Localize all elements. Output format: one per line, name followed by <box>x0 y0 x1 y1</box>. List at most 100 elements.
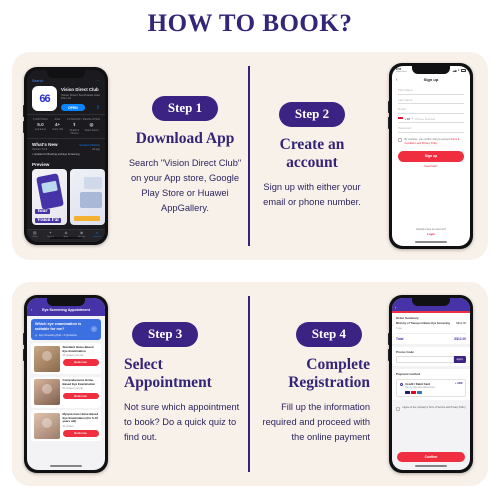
stat-item: CATEGORY ⚕ Health & Fitness <box>66 118 83 136</box>
phone-placeholder: Phone Number <box>415 116 436 121</box>
stat-item: AGE 4+ Years Old <box>52 118 63 132</box>
preview-carousel[interactable]: Your Vision Pal <box>27 169 105 226</box>
preview-tag-line1: Your <box>35 209 50 215</box>
app-store-tabbar[interactable]: ▦ Today ✦ Games ◈ Apps ◉ Arcade ⌕ Search <box>27 229 105 242</box>
country-code[interactable]: +65 <box>405 117 410 121</box>
email-field[interactable]: Email <box>398 104 464 114</box>
phone-number-field[interactable]: +65 ▾ Phone Number <box>398 114 464 124</box>
promo-label: Promo Code <box>396 349 414 354</box>
password-field[interactable]: Password <box>398 123 464 133</box>
last-name-field[interactable]: Last Name <box>398 95 464 105</box>
login-link[interactable]: Login <box>392 232 470 236</box>
how-to-book-infographic: HOW TO BOOK? Search ⋯ 66 Vision Direct C… <box>0 0 500 500</box>
radio-icon[interactable] <box>399 382 403 387</box>
promo-block: Promo Code Apply <box>392 346 470 367</box>
store-more-icon[interactable]: ⋯ <box>97 79 100 83</box>
app-version: Version 1.0.0 <box>32 148 48 152</box>
appointment-page-title: Eye Screening Appointment <box>42 307 90 312</box>
games-icon: ✦ <box>48 230 53 236</box>
promo-apply-button[interactable]: Apply <box>453 356 466 364</box>
phone-mockup-signup: 9:53 Vision Direct ▂▄ ▼ ‹ Sign up First … <box>374 52 488 260</box>
footer-question: Already have an account? <box>416 227 446 231</box>
first-name-field[interactable]: First Name <box>398 85 464 95</box>
step-4-text: Step 4 Complete Registration Fill up the… <box>250 282 374 486</box>
page-title: HOW TO BOOK? <box>147 10 353 37</box>
card-option-sub: Pay by Visa and MasterCard <box>405 387 435 390</box>
today-icon: ▦ <box>32 230 37 236</box>
step-1-pill: Step 1 <box>151 95 219 121</box>
payment-terms-text: I agree to the company's Term of Service… <box>402 406 466 410</box>
phone-notch <box>47 298 85 306</box>
appointment-meta: 30 minutes <box>62 425 74 428</box>
step-3-pill: Step 3 <box>132 322 199 348</box>
book-now-button[interactable]: Book now <box>62 359 99 366</box>
payment-terms-row[interactable]: I agree to the company's Term of Service… <box>392 403 470 413</box>
version-history-link[interactable]: Version History <box>79 143 100 147</box>
phone-mockup-payment: ‹ Order Summary Ministry of Transport Ba… <box>374 282 488 486</box>
terms-prefix: By continue, you confirm that you accept <box>404 137 450 141</box>
preview-screenshot[interactable] <box>70 169 105 226</box>
appointment-card[interactable]: Comprehensive Home-Based Eye Examination… <box>31 376 101 408</box>
phone-mockup-appointment: ‹ Eye Screening Appointment Which eye ex… <box>12 282 120 486</box>
share-icon[interactable]: ⇪ <box>96 105 100 111</box>
book-now-button[interactable]: Book now <box>62 392 99 400</box>
amex-icon <box>417 390 423 394</box>
payment-option-card[interactable]: Credit / Debit Card Pay by Visa and Mast… <box>396 378 466 398</box>
signup-submit-button[interactable]: Sign up <box>398 151 464 162</box>
mastercard-icon <box>411 390 417 394</box>
quiz-title: Which eye examination is suitable for me… <box>35 322 82 331</box>
appointment-title: Standard Home-Based Eye Examination <box>62 344 94 353</box>
order-total-label: Total <box>396 336 404 341</box>
step-3-description: Not sure which appointment to book? Do a… <box>124 402 240 443</box>
app-icon: 66 <box>32 86 57 111</box>
apps-icon: ◈ <box>64 230 68 236</box>
chevron-down-icon[interactable]: ▾ <box>412 117 413 120</box>
appointment-title: Myopia Care Home-Based Eye Examination (… <box>62 411 99 424</box>
chevron-right-icon[interactable]: › <box>91 326 97 333</box>
quiz-banner[interactable]: Which eye examination is suitable for me… <box>31 318 101 341</box>
tab-search[interactable]: ⌕ Search <box>89 231 105 238</box>
phone-notch <box>412 298 450 306</box>
appointment-card[interactable]: Standard Home-Based Eye Examination 45 m… <box>31 343 101 375</box>
appointment-photo <box>33 379 60 406</box>
terms-checkbox[interactable] <box>398 138 402 143</box>
book-now-button[interactable]: Book now <box>62 430 99 437</box>
payment-terms-checkbox[interactable] <box>396 406 400 411</box>
signup-title: Sign up <box>423 77 439 82</box>
app-name: Vision Direct Club <box>61 87 99 92</box>
confirm-button[interactable]: Confirm <box>397 451 465 462</box>
preview-screenshot[interactable]: Your Vision Pal <box>32 169 67 226</box>
open-button[interactable]: OPEN <box>61 104 85 112</box>
search-icon: ⌕ <box>96 230 99 236</box>
order-item-price: S$12.00 <box>455 322 466 326</box>
back-icon[interactable]: ‹ <box>31 307 38 312</box>
step-3-title: Select Appointment <box>124 356 212 392</box>
quiz-meta: Eye Screening Quiz • 4 Questions <box>39 333 77 337</box>
need-help-link[interactable]: Need help? <box>392 165 470 168</box>
step-4-title: Complete Registration <box>288 356 370 392</box>
step-2-pill: Step 2 <box>278 101 346 127</box>
payment-method-block: Payment method Credit / Debit Card Pay b… <box>392 369 470 401</box>
battery-icon <box>461 69 466 72</box>
terms-row[interactable]: By continue, you confirm that you accept… <box>398 138 464 145</box>
appointment-card[interactable]: Myopia Care Home-Based Eye Examination (… <box>31 410 101 442</box>
stat-item: DEVELOPER ◎ Vision Direct <box>82 118 100 133</box>
phone-notch <box>412 66 450 74</box>
whats-new-title: What's New <box>32 142 58 148</box>
back-icon[interactable]: ‹ <box>396 77 406 82</box>
preview-title: Preview <box>32 162 50 168</box>
wifi-icon: ▼ <box>457 69 460 72</box>
appointment-photo <box>33 412 60 439</box>
step-1-description: Search "Vision Direct Club" on your App … <box>128 157 242 214</box>
tab-today[interactable]: ▦ Today <box>27 231 43 238</box>
card-option-title: Credit / Debit Card <box>405 382 430 387</box>
pin-icon: ◎ <box>35 333 38 337</box>
step-1-text: Step 1 Download App Search "Vision Direc… <box>120 52 250 260</box>
step-4-pill: Step 4 <box>295 322 362 348</box>
app-icon-label: 66 <box>39 92 50 105</box>
back-icon[interactable]: ‹ <box>395 305 396 310</box>
add-card-link[interactable]: + ADD <box>455 382 462 385</box>
promo-input[interactable] <box>396 356 454 364</box>
store-back-link[interactable]: Search <box>32 79 43 83</box>
app-version-age: 2d ago <box>92 148 100 152</box>
